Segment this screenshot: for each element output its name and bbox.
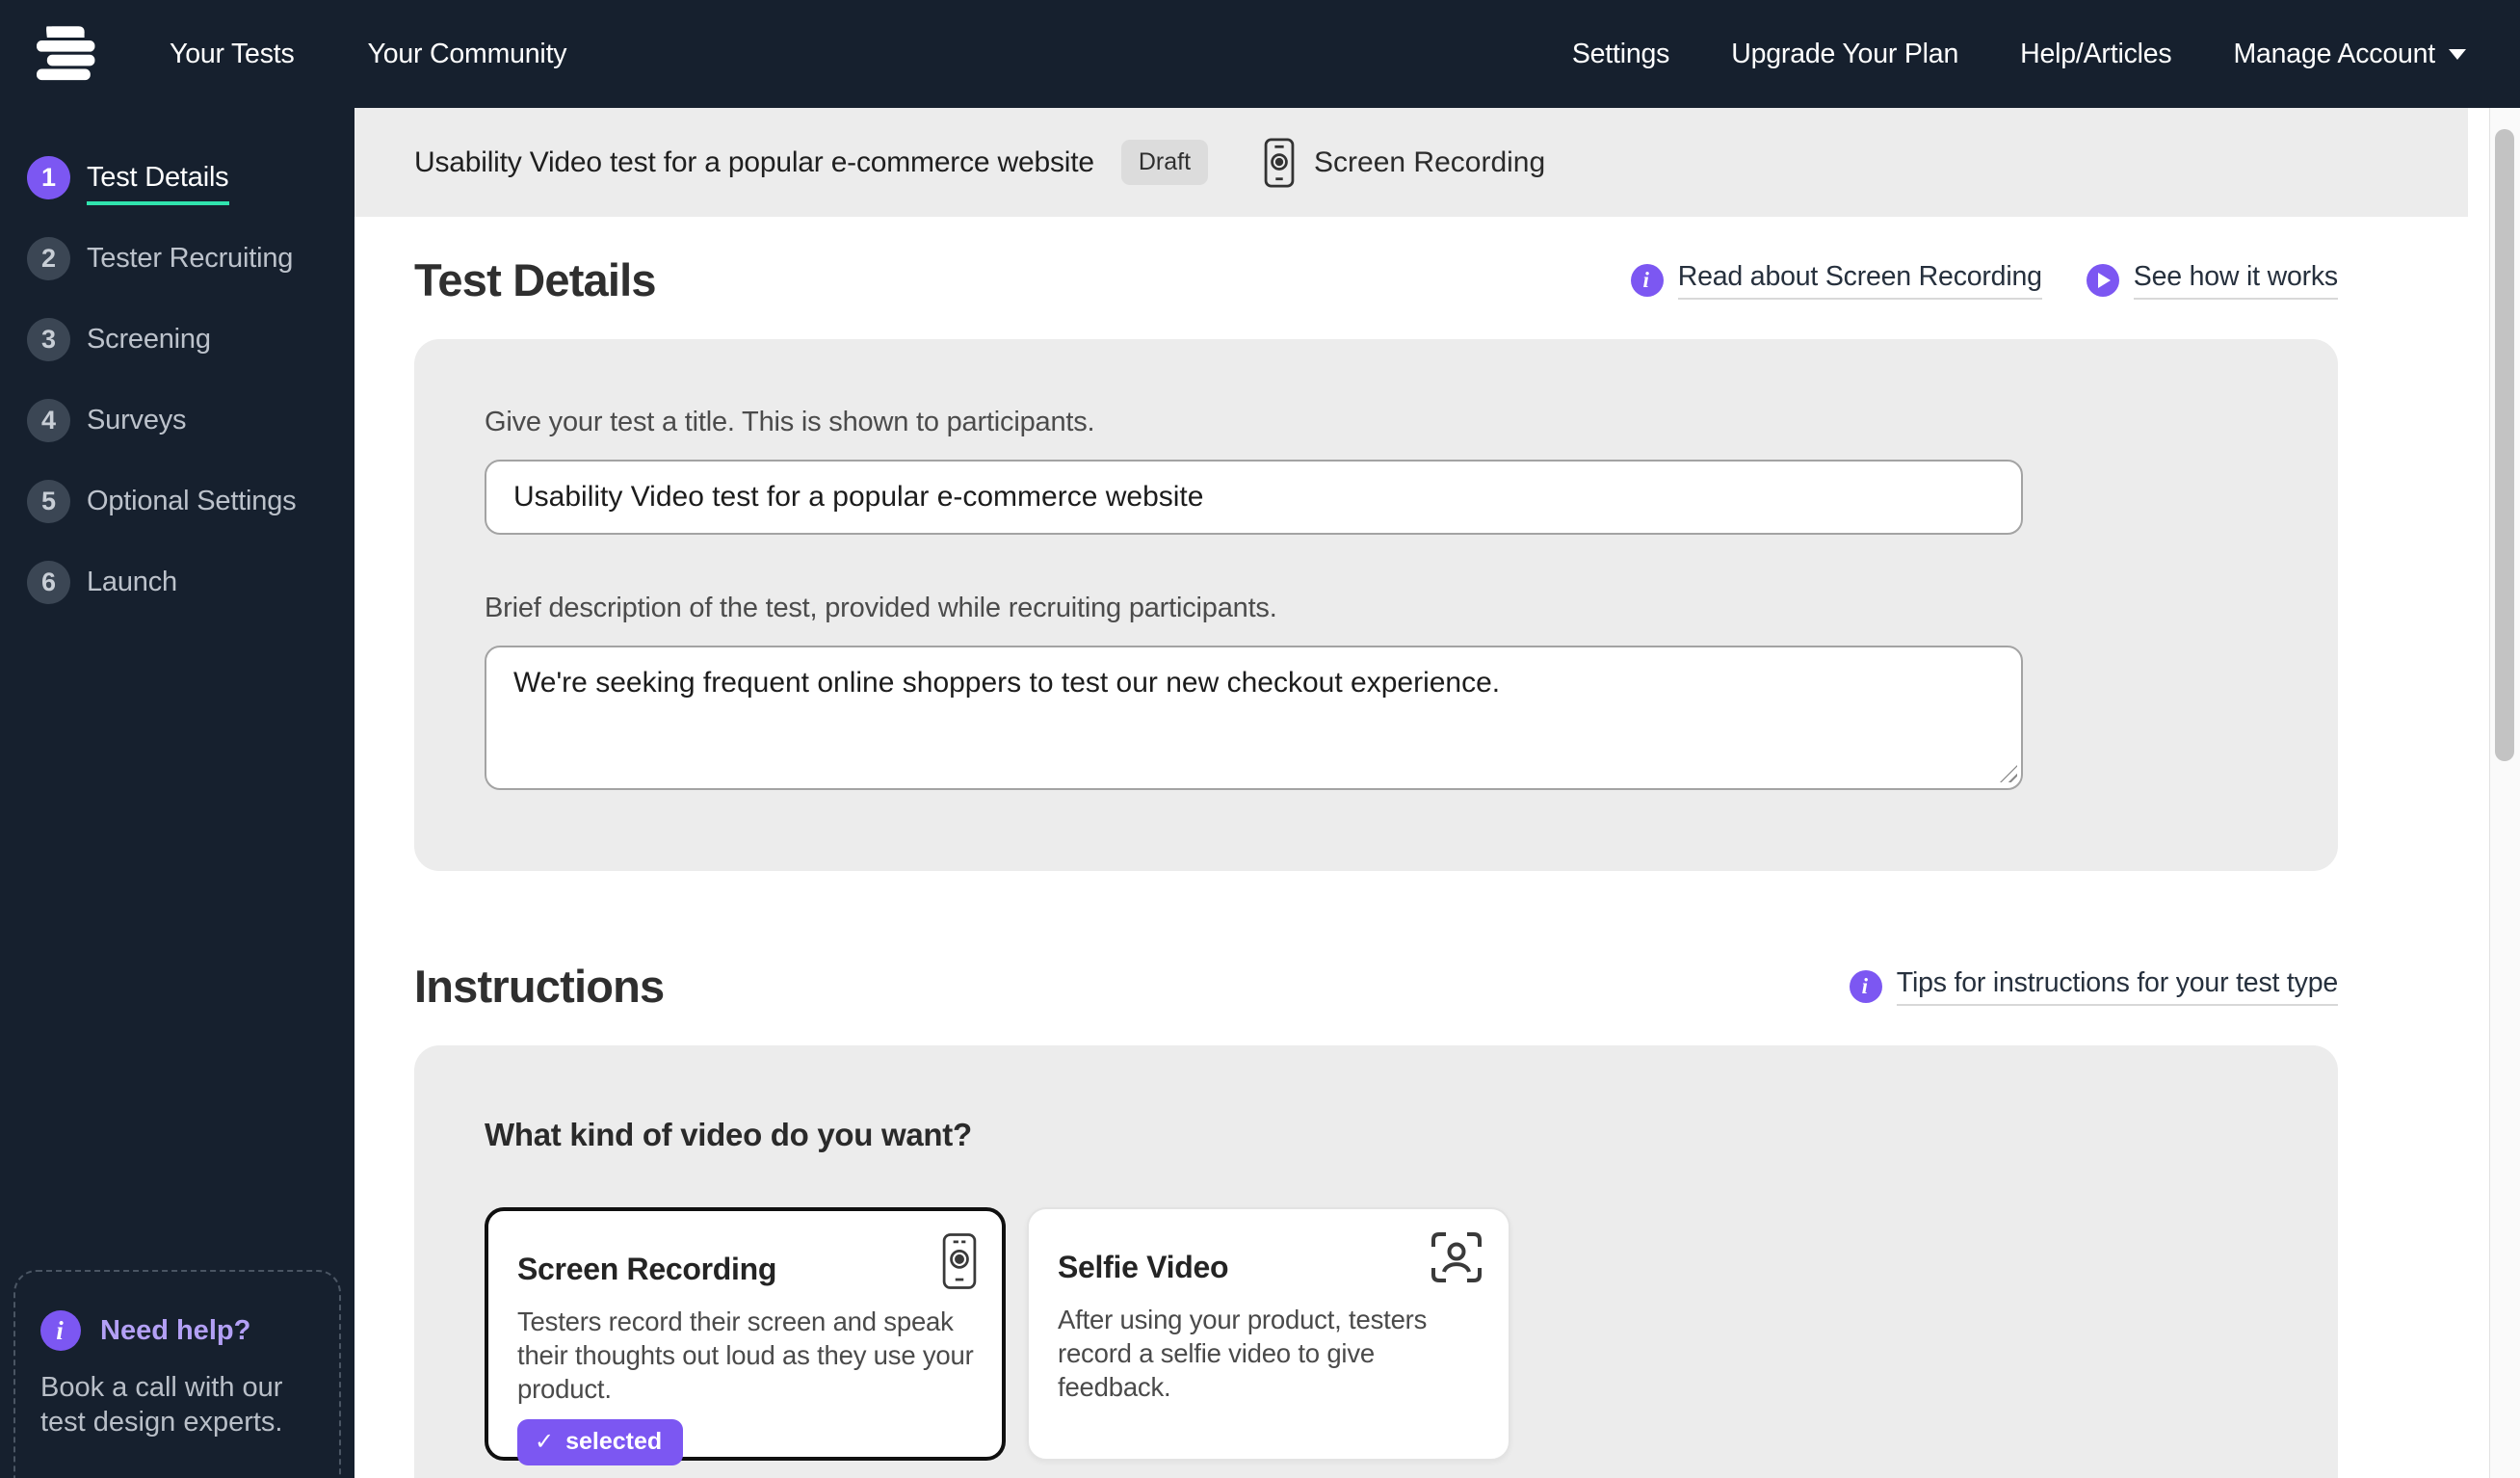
need-help-link[interactable]: i Need help? bbox=[40, 1310, 320, 1351]
page-title: Test Details bbox=[414, 254, 657, 305]
read-about-label: Read about Screen Recording bbox=[1677, 261, 2042, 300]
instructions-panel: What kind of video do you want? Screen R… bbox=[414, 1045, 2338, 1478]
video-type-options: Screen Recording Testers record their sc… bbox=[485, 1207, 2268, 1465]
description-textarea-wrap: We're seeking frequent online shoppers t… bbox=[485, 646, 2023, 790]
need-help-title: Need help? bbox=[100, 1314, 251, 1346]
chevron-down-icon bbox=[2449, 48, 2466, 60]
step-number-badge: 2 bbox=[27, 236, 70, 280]
page-scrollbar bbox=[2489, 108, 2520, 1478]
nav-item-settings[interactable]: Settings bbox=[1572, 39, 1670, 70]
nav-item-your-community[interactable]: Your Community bbox=[368, 39, 567, 70]
brand-logo-icon[interactable] bbox=[37, 18, 96, 90]
option-description: Testers record their screen and speak th… bbox=[517, 1306, 974, 1404]
info-icon: i bbox=[40, 1310, 81, 1351]
draft-status-badge: Draft bbox=[1120, 140, 1209, 185]
step-label: Surveys bbox=[87, 404, 187, 435]
sidebar-step-tester-recruiting[interactable]: 2 Tester Recruiting bbox=[0, 218, 354, 299]
instructions-title: Instructions bbox=[414, 961, 665, 1012]
option-description: After using your product, testers record… bbox=[1058, 1305, 1428, 1402]
see-how-it-works-link[interactable]: See how it works bbox=[2086, 261, 2338, 300]
video-type-question: What kind of video do you want? bbox=[485, 1117, 972, 1152]
step-number-badge: 3 bbox=[27, 317, 70, 361]
step-number-badge: 4 bbox=[27, 398, 70, 442]
nav-item-help-articles[interactable]: Help/Articles bbox=[2020, 39, 2172, 70]
test-type-label: Screen Recording bbox=[1314, 145, 1546, 178]
step-number-badge: 5 bbox=[27, 479, 70, 523]
instructions-heading-row: Instructions i Tips for instructions for… bbox=[414, 960, 2338, 1013]
top-navbar: Your Tests Your Community Settings Upgra… bbox=[0, 0, 2520, 108]
option-title: Screen Recording bbox=[517, 1252, 777, 1286]
selfie-frame-icon bbox=[1430, 1230, 1483, 1284]
test-details-panel: Give your test a title. This is shown to… bbox=[414, 339, 2338, 871]
test-details-heading-row: Test Details i Read about Screen Recordi… bbox=[414, 253, 2338, 306]
see-how-label: See how it works bbox=[2133, 261, 2338, 300]
sidebar-step-optional-settings[interactable]: 5 Optional Settings bbox=[0, 461, 354, 541]
step-label: Optional Settings bbox=[87, 485, 297, 516]
info-icon: i bbox=[1849, 969, 1882, 1003]
option-title: Selfie Video bbox=[1058, 1250, 1229, 1284]
check-icon: ✓ bbox=[535, 1429, 555, 1455]
test-header-bar: Usability Video test for a popular e-com… bbox=[354, 108, 2468, 217]
nav-item-your-tests[interactable]: Your Tests bbox=[170, 39, 295, 70]
sidebar-step-test-details[interactable]: 1 Test Details bbox=[0, 137, 354, 218]
sidebar-step-screening[interactable]: 3 Screening bbox=[0, 299, 354, 380]
step-label: Launch bbox=[87, 566, 177, 597]
need-help-section: i Need help? Book a call with our test d… bbox=[13, 1270, 341, 1478]
nav-item-upgrade-plan[interactable]: Upgrade Your Plan bbox=[1731, 39, 1958, 70]
step-number-badge: 1 bbox=[27, 155, 70, 199]
main-area: Usability Video test for a popular e-com… bbox=[354, 108, 2520, 1478]
sidebar-step-launch[interactable]: 6 Launch bbox=[0, 541, 354, 622]
tips-link-label: Tips for instructions for your test type bbox=[1896, 967, 2338, 1006]
scrollbar-thumb[interactable] bbox=[2495, 129, 2514, 761]
test-title-input[interactable] bbox=[485, 460, 2023, 535]
test-description-textarea[interactable]: We're seeking frequent online shoppers t… bbox=[485, 646, 2023, 790]
instructions-links: i Tips for instructions for your test ty… bbox=[1849, 967, 2338, 1006]
secondary-nav: Settings Upgrade Your Plan Help/Articles… bbox=[1572, 39, 2466, 70]
manage-account-label: Manage Account bbox=[2233, 38, 2435, 69]
steps-sidebar: 1 Test Details 2 Tester Recruiting 3 Scr… bbox=[0, 108, 354, 1478]
step-label: Test Details bbox=[87, 162, 229, 205]
tips-for-instructions-link[interactable]: i Tips for instructions for your test ty… bbox=[1849, 967, 2338, 1006]
read-about-screen-recording-link[interactable]: i Read about Screen Recording bbox=[1630, 261, 2042, 300]
selfie-video-option-card[interactable]: Selfie Video After using your product, t… bbox=[1027, 1207, 1510, 1461]
play-icon bbox=[2086, 263, 2119, 297]
app-window: Your Tests Your Community Settings Upgra… bbox=[0, 0, 2520, 1478]
step-label: Screening bbox=[87, 323, 211, 355]
description-field-label: Brief description of the test, provided … bbox=[485, 593, 1277, 623]
step-number-badge: 6 bbox=[27, 560, 70, 604]
primary-nav: Your Tests Your Community bbox=[170, 39, 567, 70]
page-content: Test Details i Read about Screen Recordi… bbox=[354, 217, 2520, 1478]
screen-recording-phone-icon bbox=[1264, 137, 1295, 188]
help-links: i Read about Screen Recording See how it… bbox=[1630, 261, 2338, 300]
need-help-body: Book a call with our test design experts… bbox=[40, 1372, 283, 1438]
title-field-label: Give your test a title. This is shown to… bbox=[485, 407, 1095, 437]
manage-account-menu[interactable]: Manage Account bbox=[2233, 39, 2466, 70]
screen-recording-phone-icon bbox=[942, 1232, 977, 1290]
screen-recording-option-card[interactable]: Screen Recording Testers record their sc… bbox=[485, 1207, 1006, 1465]
selected-badge: ✓ selected bbox=[517, 1419, 684, 1465]
info-icon: i bbox=[1630, 263, 1664, 297]
step-label: Tester Recruiting bbox=[87, 242, 294, 274]
selected-badge-label: selected bbox=[565, 1428, 663, 1455]
sidebar-step-surveys[interactable]: 4 Surveys bbox=[0, 380, 354, 461]
test-title: Usability Video test for a popular e-com… bbox=[414, 145, 1094, 178]
